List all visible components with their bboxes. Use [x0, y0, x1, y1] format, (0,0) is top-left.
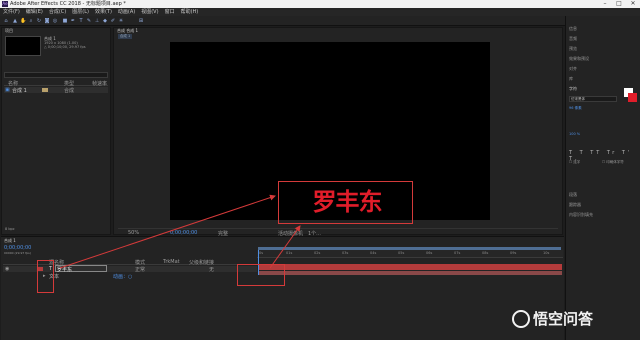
arrow-2 [269, 225, 301, 269]
logo-text: 罗丰东 [312, 187, 383, 216]
watermark: 悟空问答 [512, 308, 593, 329]
arrow-1 [59, 194, 276, 269]
watermark-logo-icon [512, 309, 530, 328]
annotation-arrows [59, 194, 301, 269]
watermark-text: 悟空问答 [533, 310, 594, 328]
